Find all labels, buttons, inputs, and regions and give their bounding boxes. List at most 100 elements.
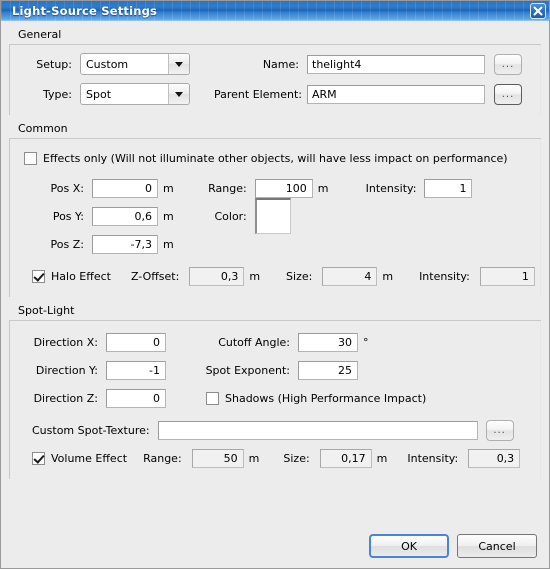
intensity-label: Intensity: (365, 181, 417, 195)
halo-intensity-label: Intensity: (419, 269, 470, 283)
pos-y-unit: m (163, 209, 174, 223)
pos-x-input[interactable] (92, 178, 158, 198)
direction-x-input[interactable] (106, 332, 166, 352)
shadows-label: Shadows (High Performance Impact) (225, 391, 427, 405)
pos-x-unit: m (163, 181, 174, 195)
group-spotlight: Spot-Light Direction X: Cutoff Angle: ° … (9, 304, 541, 479)
direction-y-input[interactable] (106, 360, 166, 380)
row-direction-x: Direction X: Cutoff Angle: ° (10, 329, 541, 355)
cutoff-angle-unit: ° (363, 335, 369, 349)
halo-zoffset-unit: m (249, 269, 261, 283)
volume-size-input[interactable] (319, 448, 372, 468)
pos-z-label: Pos Z: (50, 237, 84, 251)
row-direction-y: Direction Y: Spot Exponent: (10, 357, 541, 383)
volume-range-input[interactable] (191, 448, 244, 468)
volume-size-unit: m (376, 451, 388, 465)
direction-z-input[interactable] (106, 388, 166, 408)
group-spotlight-body: Direction X: Cutoff Angle: ° Direction Y… (9, 320, 541, 479)
group-common: Common Effects only (Will not illuminate… (9, 122, 541, 297)
close-glyph (533, 6, 543, 16)
halo-zoffset-input[interactable] (189, 266, 245, 286)
halo-size-unit: m (382, 269, 394, 283)
name-label: Name: (262, 57, 299, 71)
name-browse-button[interactable]: ... (494, 53, 522, 75)
direction-y-label: Direction Y: (35, 363, 98, 377)
direction-x-label: Direction X: (33, 335, 98, 349)
pos-z-unit: m (163, 237, 174, 251)
spot-exponent-label: Spot Exponent: (205, 363, 290, 377)
light-source-settings-dialog: Light-Source Settings General Setup: Cus… (0, 0, 550, 569)
dialog-content: General Setup: Custom Name: ... Type: Sp… (1, 21, 549, 568)
custom-spot-texture-input[interactable] (157, 420, 478, 440)
row-volume-effect: Volume Effect Range: m Size: m Intensity… (10, 445, 541, 471)
range-input[interactable] (254, 178, 313, 198)
custom-spot-texture-browse-button[interactable]: ... (485, 419, 514, 441)
ok-button[interactable]: OK (369, 534, 449, 558)
volume-range-label: Range: (143, 451, 182, 465)
row-pos-z: Pos Z: m (10, 231, 541, 257)
dialog-footer: OK Cancel (369, 534, 537, 558)
checkbox-icon (32, 451, 45, 465)
cutoff-angle-input[interactable] (298, 332, 358, 352)
row-custom-spot-texture: Custom Spot-Texture: ... (10, 417, 541, 443)
pos-y-label: Pos Y: (52, 209, 84, 223)
halo-zoffset-label: Z-Offset: (130, 269, 180, 283)
effects-only-label: Effects only (Will not illuminate other … (43, 151, 508, 165)
range-unit: m (317, 181, 329, 195)
type-label: Type: (43, 87, 72, 101)
color-swatch[interactable] (254, 198, 291, 234)
parent-element-input[interactable] (307, 84, 485, 104)
group-general-title: General (18, 28, 62, 41)
window-title: Light-Source Settings (12, 4, 158, 18)
pos-x-label: Pos X: (50, 181, 84, 195)
setup-dropdown-value: Custom (81, 54, 168, 74)
range-label: Range: (208, 181, 247, 195)
halo-size-input[interactable] (322, 266, 378, 286)
name-input[interactable] (307, 54, 485, 74)
row-pos-y: Pos Y: m Color: (10, 198, 541, 234)
chevron-down-icon (168, 84, 189, 104)
group-spotlight-title: Spot-Light (18, 304, 75, 317)
pos-y-input[interactable] (92, 206, 158, 226)
row-halo-effect: Halo Effect Z-Offset: m Size: m Intensit… (10, 263, 541, 289)
checkbox-icon (206, 391, 219, 405)
intensity-input[interactable] (424, 178, 473, 198)
row-direction-z: Direction Z: Shadows (High Performance I… (10, 385, 541, 411)
halo-effect-checkbox[interactable]: Halo Effect (32, 269, 111, 283)
parent-element-browse-button[interactable]: ... (494, 83, 522, 105)
volume-size-label: Size: (283, 451, 310, 465)
effects-only-checkbox[interactable]: Effects only (Will not illuminate other … (24, 151, 508, 165)
type-dropdown[interactable]: Spot (80, 83, 190, 105)
direction-z-label: Direction Z: (33, 391, 98, 405)
custom-spot-texture-label: Custom Spot-Texture: (32, 423, 150, 437)
cutoff-angle-label: Cutoff Angle: (218, 335, 290, 349)
parent-element-label: Parent Element: (214, 87, 302, 101)
cancel-button[interactable]: Cancel (457, 534, 537, 558)
row-effects-only: Effects only (Will not illuminate other … (10, 145, 541, 171)
color-label: Color: (214, 209, 247, 223)
row-type-parent: Type: Spot Parent Element: ... (10, 81, 541, 107)
volume-range-unit: m (248, 451, 260, 465)
setup-dropdown[interactable]: Custom (80, 53, 190, 75)
checkbox-icon (32, 269, 45, 283)
halo-effect-label: Halo Effect (51, 269, 111, 283)
volume-intensity-input[interactable] (468, 448, 521, 468)
volume-effect-checkbox[interactable]: Volume Effect (32, 451, 128, 465)
group-general-body: Setup: Custom Name: ... Type: Spot P (9, 44, 541, 115)
chevron-down-icon (168, 54, 189, 74)
halo-intensity-input[interactable] (479, 266, 535, 286)
checkbox-icon (24, 151, 37, 165)
type-dropdown-value: Spot (81, 84, 168, 104)
shadows-checkbox[interactable]: Shadows (High Performance Impact) (206, 391, 427, 405)
pos-z-input[interactable] (92, 234, 158, 254)
group-common-title: Common (18, 122, 68, 135)
volume-intensity-label: Intensity: (407, 451, 459, 465)
volume-effect-label: Volume Effect (51, 451, 128, 465)
group-common-body: Effects only (Will not illuminate other … (9, 138, 541, 297)
spot-exponent-input[interactable] (298, 360, 358, 380)
halo-size-label: Size: (286, 269, 313, 283)
group-general: General Setup: Custom Name: ... Type: Sp… (9, 28, 541, 115)
title-bar: Light-Source Settings (1, 1, 549, 21)
close-icon[interactable] (530, 3, 546, 19)
setup-label: Setup: (36, 57, 72, 71)
